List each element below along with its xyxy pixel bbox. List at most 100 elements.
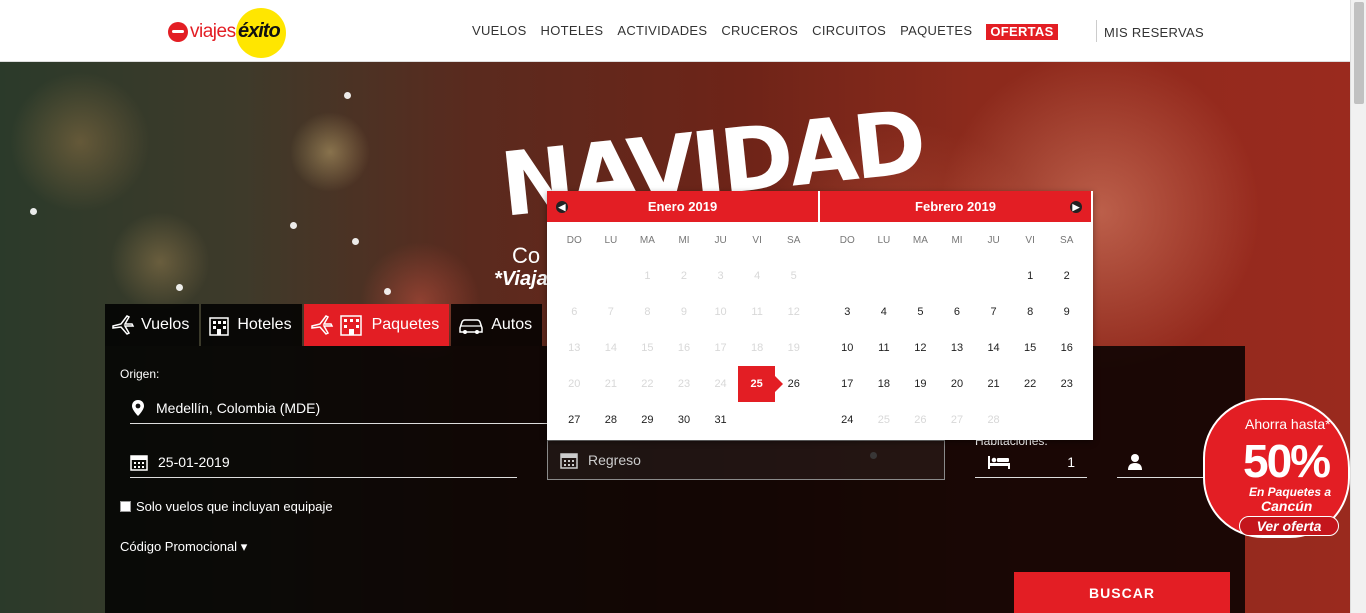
calendar-day[interactable]: 13 [939, 330, 976, 366]
empty-day [556, 258, 593, 294]
page-scrollbar[interactable] [1350, 0, 1366, 613]
equipaje-checkbox[interactable]: Solo vuelos que incluyan equipaje [120, 499, 333, 514]
weekday-label: VI [1025, 234, 1035, 246]
nav-item-actividades[interactable]: ACTIVIDADES [617, 23, 707, 40]
ver-oferta-button[interactable]: Ver oferta [1239, 516, 1339, 536]
nav-item-cruceros[interactable]: CRUCEROS [721, 23, 798, 40]
calendar-day: 25 [877, 414, 890, 426]
caret-down-icon: ▾ [240, 539, 248, 554]
tab-vuelos[interactable]: Vuelos [105, 304, 200, 346]
calendar-day[interactable]: 31 [702, 402, 739, 438]
calendar-day[interactable]: 9 [1048, 294, 1085, 330]
calendar-day: 19 [787, 342, 800, 354]
fecha-ida-field[interactable]: 25-01-2019 [130, 446, 517, 478]
calendar-day[interactable]: 30 [666, 402, 703, 438]
calendar-day: 27 [950, 414, 964, 426]
calendar-day-selected[interactable]: 25 [737, 366, 783, 402]
nav-item-hoteles[interactable]: HOTELES [541, 23, 604, 40]
calendar-day: 17 [714, 342, 727, 354]
calendar-day: 12 [787, 306, 800, 318]
calendar-icon [130, 454, 148, 471]
tab-autos[interactable]: Autos [451, 304, 543, 346]
origen-field[interactable]: Medellín, Colombia (MDE) [130, 392, 550, 424]
codigo-promocional-toggle[interactable]: Código Promocional ▾ [120, 539, 247, 555]
promo-badge[interactable]: Ahorra hasta* 50% En Paquetes a Cancún V… [1203, 398, 1350, 548]
hotel-icon [209, 317, 230, 336]
buscar-button[interactable]: BUSCAR [1014, 572, 1230, 613]
empty-day [939, 258, 976, 294]
weekday-header: DO LU MA MI JU VI SA [556, 222, 812, 258]
bed-icon [988, 455, 1010, 469]
calendar-day[interactable]: 29 [629, 402, 666, 438]
equipaje-label: Solo vuelos que incluyan equipaje [136, 499, 333, 514]
tab-hoteles[interactable]: Hoteles [201, 304, 302, 346]
regreso-field[interactable]: Regreso [547, 440, 945, 480]
calendar-day[interactable]: 14 [975, 330, 1012, 366]
calendar-day[interactable]: 19 [902, 366, 939, 402]
weekday-label: MI [951, 234, 963, 246]
weekday-label: MA [912, 234, 928, 246]
tab-paquetes[interactable]: Paquetes [303, 304, 450, 346]
calendar-day[interactable]: 27 [556, 402, 593, 438]
calendar-day[interactable]: 3 [829, 294, 866, 330]
habitaciones-field[interactable]: 1 [975, 446, 1087, 478]
calendar-day[interactable]: 6 [939, 294, 976, 330]
calendar-day[interactable]: 16 [1048, 330, 1085, 366]
calendar-day: 9 [680, 306, 688, 318]
weekday-label: SA [787, 234, 801, 246]
calendar-day: 24 [714, 378, 727, 390]
calendar-day[interactable]: 11 [866, 330, 903, 366]
calendar-day[interactable]: 5 [902, 294, 939, 330]
calendar-day[interactable]: 8 [1012, 294, 1049, 330]
calendar-day[interactable]: 1 [1012, 258, 1049, 294]
promo-line1: Ahorra hasta* [1245, 416, 1331, 432]
nav-item-ofertas[interactable]: OFERTAS [986, 24, 1058, 40]
calendar-day[interactable]: 28 [593, 402, 630, 438]
calendar-day: 5 [790, 270, 797, 282]
calendar-day[interactable]: 7 [975, 294, 1012, 330]
nav-item-vuelos[interactable]: VUELOS [472, 23, 527, 40]
next-month-icon[interactable]: ▶ [1070, 201, 1082, 213]
pasajeros-field[interactable] [1117, 446, 1215, 478]
calendar-day[interactable]: 22 [1012, 366, 1049, 402]
calendar-day[interactable]: 12 [902, 330, 939, 366]
prev-month-icon[interactable]: ◀ [556, 201, 568, 213]
calendar-day: 1 [644, 270, 651, 282]
logo-word-viajes: viajes [190, 21, 236, 42]
brand-logo[interactable]: viajes éxito [168, 6, 288, 58]
logo-mark-icon [168, 22, 188, 42]
snow-dot [352, 238, 359, 245]
top-header: viajes éxito VUELOS HOTELES ACTIVIDADES … [0, 0, 1350, 62]
calendar-day: 6 [571, 306, 578, 318]
mis-reservas-link[interactable]: MIS RESERVAS [1104, 25, 1204, 40]
calendar-day[interactable]: 15 [1012, 330, 1049, 366]
calendar-day[interactable]: 4 [866, 294, 903, 330]
month-title: Febrero 2019 [915, 199, 996, 214]
calendar-day: 18 [751, 342, 764, 354]
calendar-day: 10 [714, 306, 727, 318]
month-title: Enero 2019 [647, 199, 718, 214]
empty-day [975, 258, 1012, 294]
calendar-day[interactable]: 17 [829, 366, 866, 402]
package-icon [310, 315, 362, 336]
calendar-day[interactable]: 21 [975, 366, 1012, 402]
month-header: ◀ Enero 2019 [547, 191, 818, 222]
tab-label: Autos [491, 316, 533, 333]
calendar-day[interactable]: 20 [939, 366, 976, 402]
fecha-ida-value: 25-01-2019 [158, 453, 230, 470]
calendar-icon [560, 453, 578, 469]
calendar-day[interactable]: 2 [1048, 258, 1085, 294]
nav-item-circuitos[interactable]: CIRCUITOS [812, 23, 886, 40]
calendar-day[interactable]: 10 [829, 330, 866, 366]
scrollbar-thumb[interactable] [1354, 2, 1364, 104]
logo-word-exito: éxito [238, 20, 281, 42]
nav-item-paquetes[interactable]: PAQUETES [900, 23, 972, 40]
calendar-day[interactable]: 18 [866, 366, 903, 402]
calendar-day[interactable]: 23 [1048, 366, 1085, 402]
regreso-placeholder: Regreso [588, 452, 641, 468]
calendar-day: 15 [641, 342, 654, 354]
weekday-label: MI [678, 234, 690, 246]
calendar-day[interactable]: 24 [829, 402, 866, 438]
snow-dot [290, 222, 297, 229]
checkbox-box[interactable] [120, 501, 131, 512]
